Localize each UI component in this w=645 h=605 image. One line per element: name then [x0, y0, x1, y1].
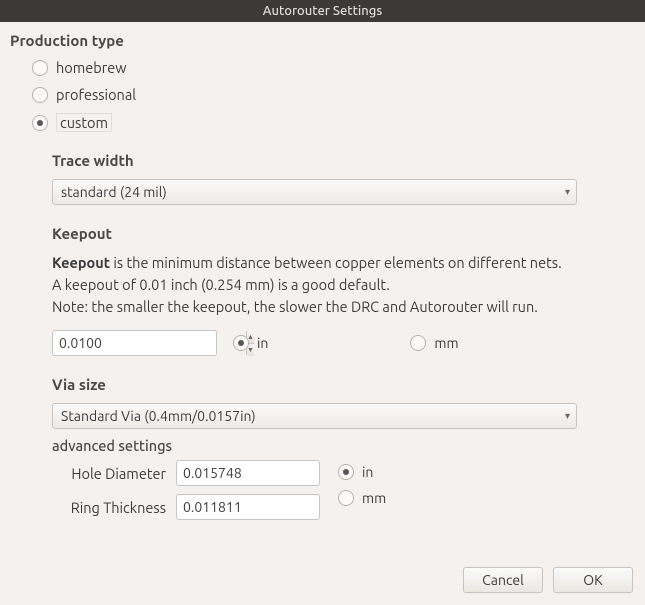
ring-thickness-row: Ring Thickness	[66, 494, 320, 520]
keepout-unit-mm[interactable]: mm	[410, 335, 458, 351]
keepout-desc2: A keepout of 0.01 inch (0.254 mm) is a g…	[52, 274, 635, 296]
hole-diameter-input[interactable]	[176, 460, 320, 486]
via-size-select[interactable]: Standard Via (0.4mm/0.0157in) ▾	[52, 403, 577, 429]
chevron-down-icon: ▾	[565, 410, 570, 422]
hole-diameter-label: Hole Diameter	[66, 465, 166, 482]
keepout-heading: Keepout	[52, 225, 635, 242]
keepout-input-row: ▲ ▼ in mm	[52, 330, 635, 356]
cancel-button[interactable]: Cancel	[463, 567, 543, 593]
keepout-input[interactable]	[53, 331, 246, 355]
chevron-down-icon: ▾	[565, 186, 570, 198]
keepout-unit-in[interactable]: in	[233, 335, 268, 351]
via-size-heading: Via size	[52, 376, 635, 393]
unit-in-label: in	[257, 335, 268, 351]
radio-icon	[338, 464, 354, 480]
hole-diameter-row: Hole Diameter	[66, 460, 320, 486]
dialog-button-row: Cancel OK	[463, 567, 633, 593]
radio-icon	[32, 87, 48, 103]
keepout-bold: Keepout	[52, 254, 110, 271]
via-unit-column: in mm	[328, 464, 386, 506]
keepout-block: Keepout Keepout is the minimum distance …	[52, 225, 635, 356]
via-size-block: Via size Standard Via (0.4mm/0.0157in) ▾…	[52, 376, 635, 528]
production-professional-row[interactable]: professional	[32, 86, 635, 103]
trace-width-block: Trace width standard (24 mil) ▾	[52, 152, 635, 205]
radio-icon	[233, 335, 249, 351]
trace-width-select[interactable]: standard (24 mil) ▾	[52, 179, 577, 205]
trace-width-heading: Trace width	[52, 152, 635, 169]
keepout-description: Keepout is the minimum distance between …	[52, 252, 635, 318]
unit-in-label: in	[362, 464, 373, 480]
ok-button[interactable]: OK	[553, 567, 633, 593]
window-title: Autorouter Settings	[263, 4, 382, 18]
ring-thickness-input[interactable]	[176, 494, 320, 520]
unit-mm-label: mm	[362, 490, 386, 506]
ring-thickness-label: Ring Thickness	[66, 499, 166, 516]
titlebar: Autorouter Settings	[0, 0, 645, 22]
content-area: Production type homebrew professional cu…	[0, 22, 645, 528]
via-size-value: Standard Via (0.4mm/0.0157in)	[61, 408, 256, 424]
via-unit-mm[interactable]: mm	[338, 490, 386, 506]
radio-icon	[32, 60, 48, 76]
production-homebrew-label: homebrew	[56, 59, 127, 76]
production-custom-row[interactable]: custom	[32, 113, 635, 132]
keepout-desc1: is the minimum distance between copper e…	[110, 254, 562, 271]
radio-icon	[338, 490, 354, 506]
production-type-heading: Production type	[10, 32, 635, 49]
keepout-spinbox[interactable]: ▲ ▼	[52, 330, 217, 356]
radio-icon	[32, 115, 48, 131]
trace-width-value: standard (24 mil)	[61, 184, 167, 200]
via-unit-in[interactable]: in	[338, 464, 386, 480]
radio-icon	[410, 335, 426, 351]
production-professional-label: professional	[56, 86, 136, 103]
production-custom-label: custom	[56, 113, 112, 132]
advanced-settings-heading: advanced settings	[52, 437, 635, 454]
production-homebrew-row[interactable]: homebrew	[32, 59, 635, 76]
keepout-desc3: Note: the smaller the keepout, the slowe…	[52, 296, 635, 318]
unit-mm-label: mm	[434, 335, 458, 351]
